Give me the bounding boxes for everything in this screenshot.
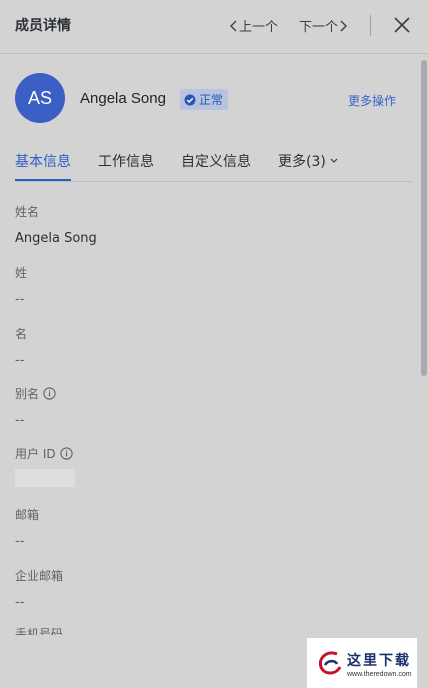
tab-custom-info[interactable]: 自定义信息 <box>181 151 251 180</box>
user-id-redacted-value <box>15 469 75 487</box>
chevron-left-icon <box>230 20 237 31</box>
watermark: 这里下载 www.theredown.com <box>307 638 417 688</box>
tab-bar: 基本信息 工作信息 自定义信息 更多(3) <box>15 145 412 182</box>
more-actions-link[interactable]: 更多操作 <box>348 92 396 109</box>
panel-header: 成员详情 上一个 下一个 <box>0 0 428 54</box>
next-label: 下一个 <box>299 20 339 35</box>
tab-more-label: 更多(3) <box>278 154 326 170</box>
scrollbar-thumb[interactable] <box>421 60 427 376</box>
chevron-down-icon <box>330 158 338 163</box>
status-label: 正常 <box>199 93 224 107</box>
info-icon[interactable] <box>59 447 73 460</box>
chevron-right-icon <box>340 20 348 31</box>
field-label-email: 邮箱 <box>15 506 39 523</box>
user-name: Angela Song <box>80 90 166 107</box>
field-label-user-id: 用户 ID <box>15 445 73 462</box>
watermark-url: www.theredown.com <box>347 671 412 678</box>
watermark-text: 这里下载 <box>347 653 411 669</box>
alias-label: 别名 <box>15 387 40 401</box>
member-detail-panel: 成员详情 上一个 下一个 AS Angela Song 正常 更多操作 基本信息… <box>0 0 428 688</box>
info-icon[interactable] <box>43 387 56 400</box>
next-button[interactable]: 下一个 <box>299 16 348 35</box>
field-label-first-name: 名 <box>15 325 27 342</box>
tab-more[interactable]: 更多(3) <box>278 151 339 180</box>
tab-work-info[interactable]: 工作信息 <box>98 151 154 180</box>
user-id-label: 用户 ID <box>15 447 56 461</box>
status-badge: 正常 <box>180 89 229 110</box>
work-email-label: 企业邮箱 <box>15 569 64 583</box>
field-value-email: -- <box>15 534 25 549</box>
panel-title: 成员详情 <box>15 18 71 34</box>
field-value-full-name: Angela Song <box>15 231 97 246</box>
close-icon <box>394 17 410 33</box>
field-label-work-email: 企业邮箱 <box>15 567 63 584</box>
watermark-logo-icon <box>318 651 342 675</box>
avatar: AS <box>15 73 65 123</box>
field-value-last-name: -- <box>15 292 25 307</box>
field-label-cut-off: 手机号码 <box>15 628 64 635</box>
field-label-alias: 别名 <box>15 385 56 402</box>
field-value-first-name: -- <box>15 353 25 368</box>
check-circle-icon <box>184 94 196 105</box>
close-button[interactable] <box>391 14 413 36</box>
first-name-label: 名 <box>15 327 28 341</box>
last-name-label: 姓 <box>15 266 28 280</box>
field-label-full-name: 姓名 <box>15 203 39 220</box>
previous-button[interactable]: 上一个 <box>229 16 278 35</box>
full-name-label: 姓名 <box>15 205 40 219</box>
email-label: 邮箱 <box>15 508 40 522</box>
tab-basic-info[interactable]: 基本信息 <box>15 151 71 181</box>
previous-label: 上一个 <box>239 20 279 35</box>
field-value-work-email: -- <box>15 595 25 610</box>
field-value-alias: -- <box>15 413 25 428</box>
header-divider <box>370 15 371 36</box>
field-label-last-name: 姓 <box>15 264 27 281</box>
